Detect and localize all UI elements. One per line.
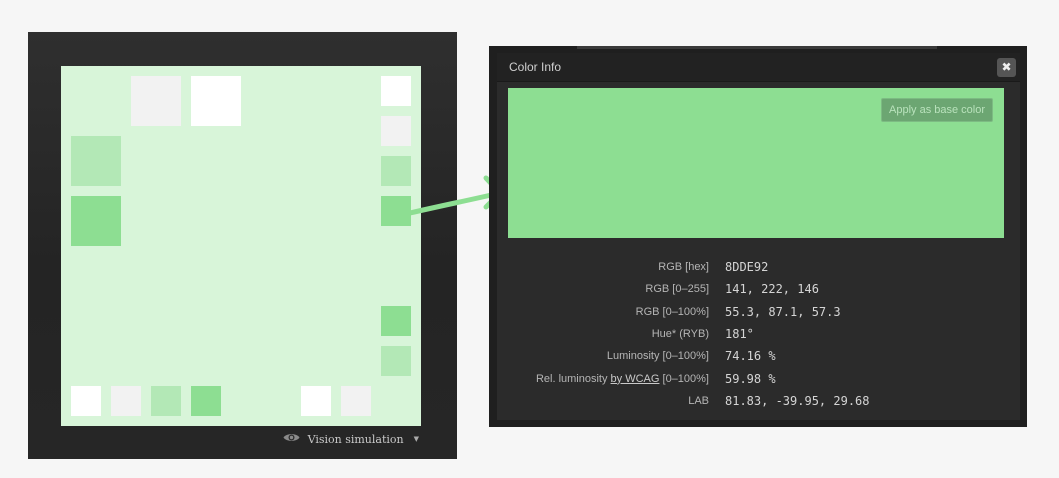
info-value: 59.98 % <box>725 371 776 386</box>
caret-down-icon: ▼ <box>413 435 419 443</box>
color-swatch[interactable] <box>191 386 221 416</box>
scheme-preview-panel: Vision simulation ▼ <box>28 32 457 459</box>
info-row-rel-luminosity: Rel. luminosity by WCAG [0–100%] 59.98 % <box>497 367 1020 389</box>
dialog-title: Color Info <box>509 60 562 74</box>
info-row-rgb-hex: RGB [hex] 8DDE92 <box>497 256 1020 278</box>
info-label: RGB [0–100%] <box>635 305 709 318</box>
color-swatch[interactable] <box>381 346 411 376</box>
color-swatch[interactable] <box>71 136 121 186</box>
color-info-dialog: Color Info ✖ Apply as base color RGB [he… <box>489 46 1027 427</box>
vision-simulation-dropdown[interactable]: Vision simulation ▼ <box>283 431 419 447</box>
info-value: 8DDE92 <box>725 260 769 275</box>
info-value: 55.3, 87.1, 57.3 <box>725 304 841 319</box>
info-value: 141, 222, 146 <box>725 282 819 297</box>
scheme-preview-canvas <box>61 66 421 426</box>
dialog-top-strip <box>577 46 937 49</box>
info-value: 74.16 % <box>725 349 776 364</box>
color-preview-swatch: Apply as base color <box>508 88 1004 238</box>
info-label: RGB [0–255] <box>645 283 709 296</box>
color-swatch[interactable] <box>71 386 101 416</box>
close-icon[interactable]: ✖ <box>997 58 1016 77</box>
info-label: Luminosity [0–100%] <box>606 350 709 363</box>
eye-icon <box>283 432 300 446</box>
info-row-rgb-percent: RGB [0–100%] 55.3, 87.1, 57.3 <box>497 301 1020 323</box>
color-swatch[interactable] <box>151 386 181 416</box>
info-label: RGB [hex] <box>658 261 709 274</box>
color-swatch[interactable] <box>381 116 411 146</box>
apply-as-base-color-button[interactable]: Apply as base color <box>881 98 993 122</box>
color-swatch[interactable] <box>71 196 121 246</box>
wcag-link[interactable]: by WCAG <box>611 373 660 385</box>
color-swatch[interactable] <box>301 386 331 416</box>
color-swatch[interactable] <box>381 306 411 336</box>
info-label-suffix: [0–100%] <box>659 372 710 385</box>
color-swatch[interactable] <box>381 76 411 106</box>
info-label: Hue* (RYB) <box>651 328 709 341</box>
info-label: Rel. luminosity by WCAG [0–100%] <box>497 367 725 389</box>
color-swatch[interactable] <box>191 76 241 126</box>
info-value: 81.83, -39.95, 29.68 <box>725 393 870 408</box>
info-row-rgb-255: RGB [0–255] 141, 222, 146 <box>497 278 1020 300</box>
color-swatch[interactable] <box>111 386 141 416</box>
info-label: LAB <box>688 394 709 407</box>
info-row-luminosity: Luminosity [0–100%] 74.16 % <box>497 345 1020 367</box>
color-info-table: RGB [hex] 8DDE92 RGB [0–255] 141, 222, 1… <box>497 256 1020 412</box>
info-value: 181° <box>725 327 754 342</box>
dialog-body: Color Info ✖ Apply as base color RGB [he… <box>497 53 1020 420</box>
dialog-header: Color Info ✖ <box>497 53 1020 82</box>
color-swatch[interactable] <box>341 386 371 416</box>
vision-simulation-label: Vision simulation <box>307 432 404 446</box>
color-swatch[interactable] <box>131 76 181 126</box>
info-label-prefix: Rel. luminosity <box>535 372 611 385</box>
info-row-hue: Hue* (RYB) 181° <box>497 323 1020 345</box>
info-row-lab: LAB 81.83, -39.95, 29.68 <box>497 390 1020 412</box>
